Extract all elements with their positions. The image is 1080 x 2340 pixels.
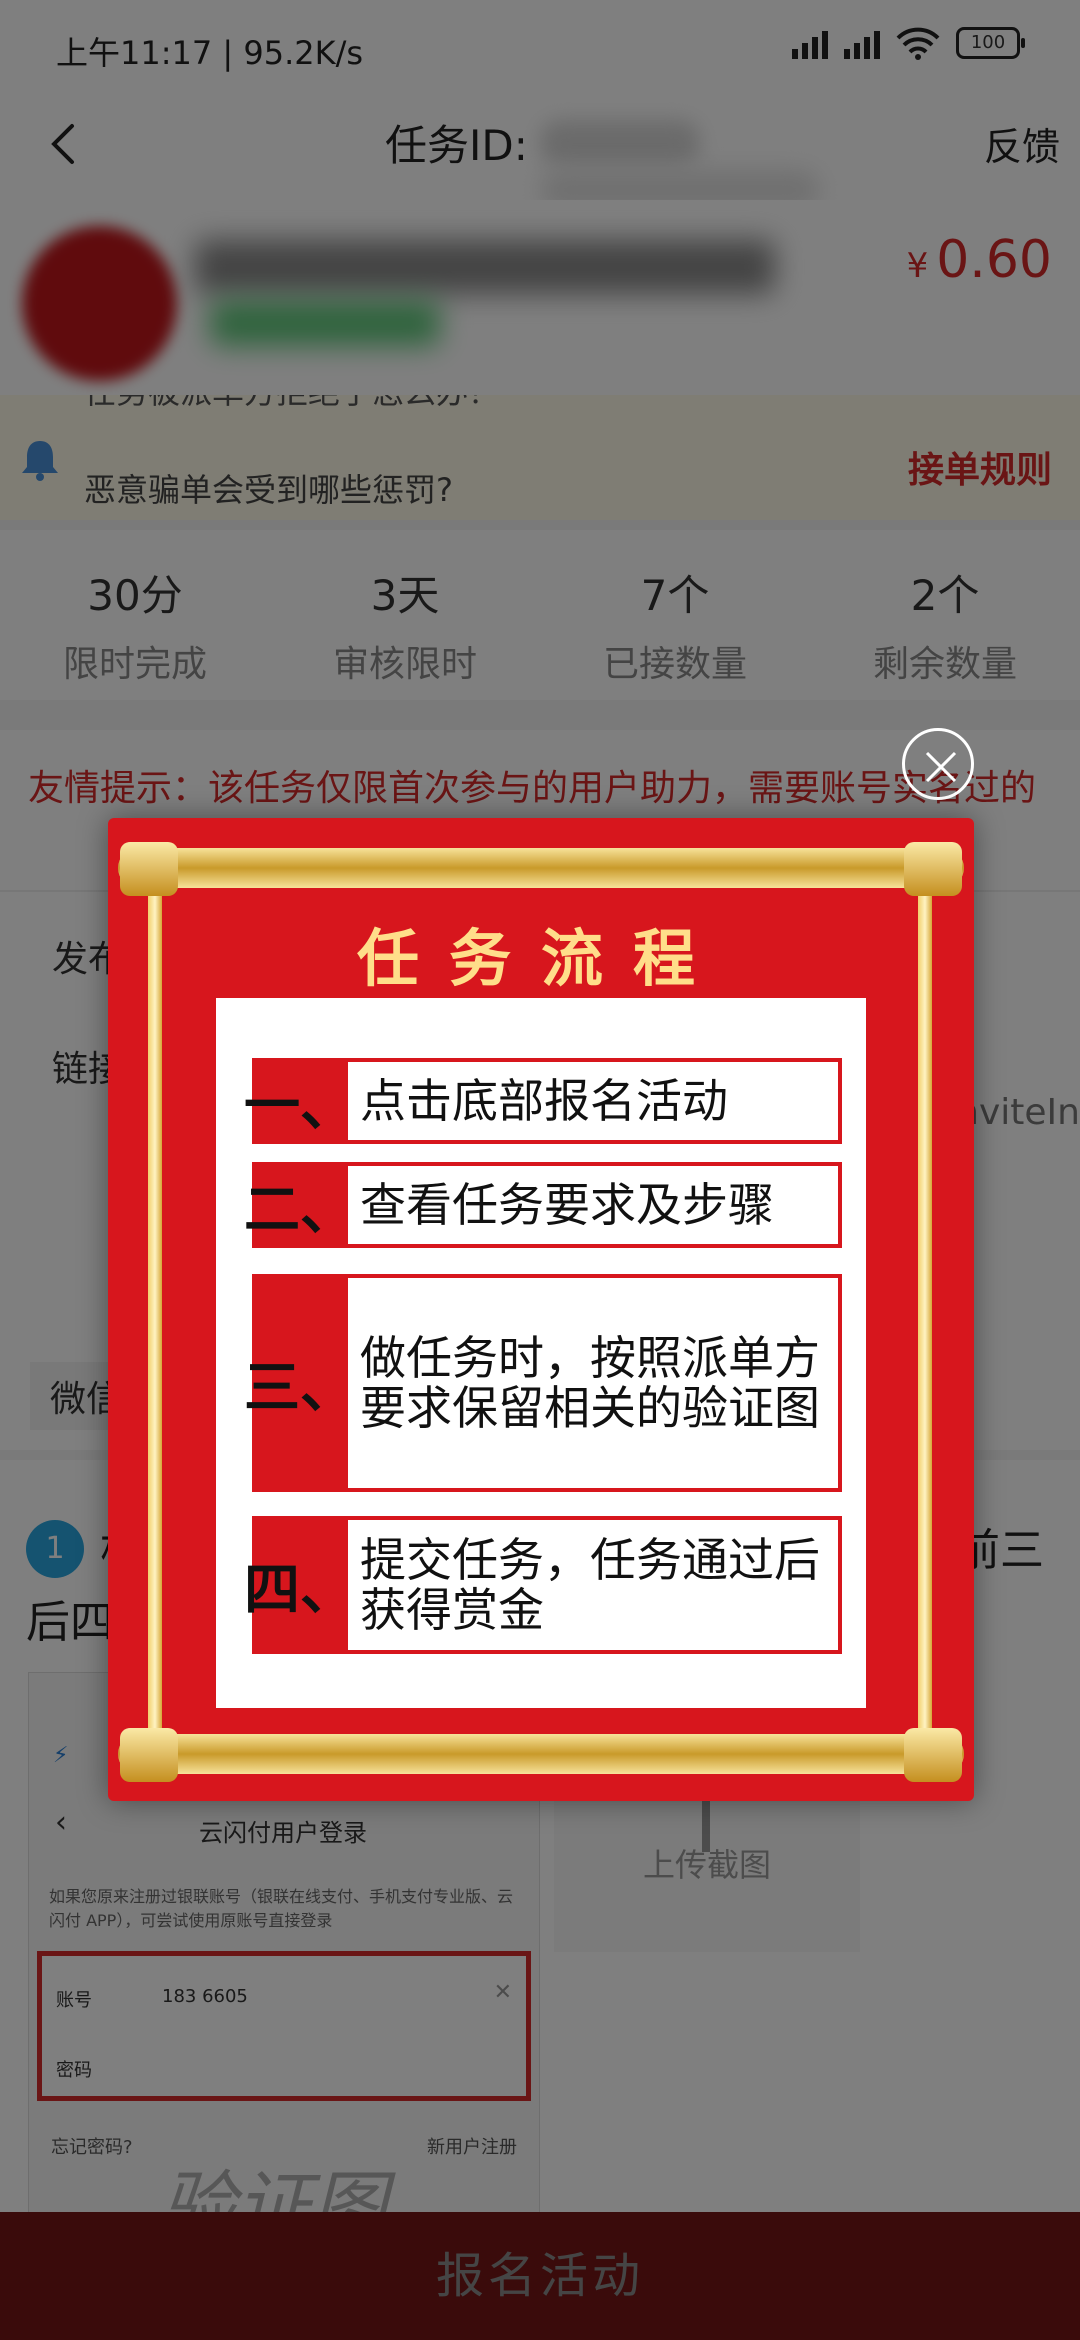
- scroll-rod-end: [120, 1728, 178, 1782]
- close-icon: [925, 751, 957, 783]
- scroll-rod-end: [120, 842, 178, 896]
- scroll-pole-right: [918, 878, 932, 1748]
- scroll-paper: 一、 点击底部报名活动 二、 查看任务要求及步骤 三、 做任务时，按照派单方要求…: [216, 998, 866, 1708]
- process-step-1: 一、 点击底部报名活动: [244, 1058, 842, 1144]
- close-modal-button[interactable]: [902, 728, 974, 800]
- scroll-rod-bottom: [118, 1734, 964, 1774]
- process-step-3: 三、 做任务时，按照派单方要求保留相关的验证图: [244, 1274, 842, 1492]
- scroll-title: 任务流程: [356, 922, 725, 995]
- process-step-4: 四、 提交任务，任务通过后获得赏金: [244, 1516, 842, 1654]
- scroll-rod-top: [118, 848, 964, 888]
- scroll-pole-left: [148, 878, 162, 1748]
- task-process-scroll: 任务流程 一、 点击底部报名活动 二、 查看任务要求及步骤 三、 做任务时，按照…: [108, 818, 974, 1801]
- scroll-rod-end: [904, 1728, 962, 1782]
- process-step-2: 二、 查看任务要求及步骤: [244, 1162, 842, 1248]
- scroll-rod-end: [904, 842, 962, 896]
